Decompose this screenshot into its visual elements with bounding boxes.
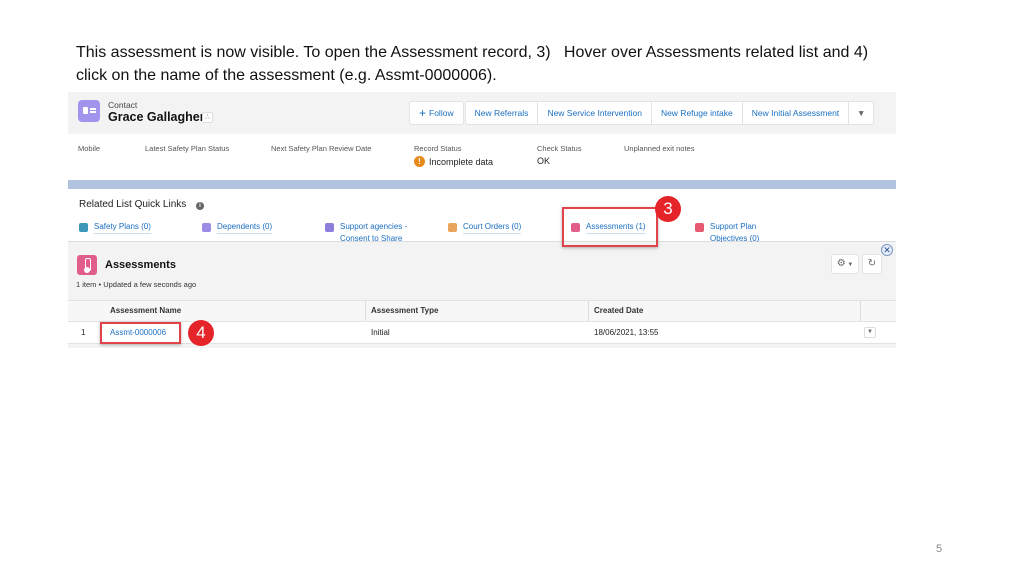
section-divider — [68, 180, 896, 189]
refresh-button[interactable]: ↻ — [862, 254, 882, 274]
chevron-down-icon: ▼ — [867, 329, 873, 335]
instruction-line-2: click on the name of the assessment (e.g… — [76, 67, 497, 84]
new-refuge-intake-button[interactable]: New Refuge intake — [650, 101, 743, 125]
column-header-created-date[interactable]: Created Date — [588, 301, 860, 321]
callout-box-step-4 — [100, 322, 181, 344]
callout-box-step-3 — [562, 207, 658, 247]
row-index: 1 — [81, 328, 86, 337]
new-referrals-button[interactable]: New Referrals — [464, 101, 539, 125]
quick-links-title: Related List Quick Links — [79, 199, 187, 210]
refresh-icon: ↻ — [867, 258, 877, 269]
instruction-line-1: This assessment is now visible. To open … — [76, 44, 869, 61]
list-settings-button[interactable]: ⚙ ▼ — [831, 254, 859, 274]
check-status-value: OK — [537, 156, 551, 166]
table-header: Assessment Name Assessment Type Created … — [68, 300, 896, 322]
record-header: Contact Grace Gallagher ∴ + Follow New Re… — [68, 92, 896, 134]
safety-plan-icon — [79, 223, 88, 232]
chevron-down-icon: ▼ — [845, 262, 854, 268]
callout-badge-step-3: 3 — [655, 196, 681, 222]
column-header-actions — [860, 301, 896, 321]
field-check-status: Check Status OK — [537, 144, 582, 166]
callout-badge-step-4: 4 — [188, 320, 214, 346]
action-bar: + Follow New Referrals New Service Interv… — [409, 101, 875, 125]
gear-icon: ⚙ — [836, 258, 846, 269]
column-header-assessment-name[interactable]: Assessment Name — [105, 301, 365, 321]
column-header-assessment-type[interactable]: Assessment Type — [365, 301, 588, 321]
related-list-meta: 1 item • Updated a few seconds ago — [76, 280, 197, 289]
new-service-intervention-button[interactable]: New Service Intervention — [537, 101, 652, 125]
highlights-panel: Mobile Latest Safety Plan Status Next Sa… — [68, 134, 896, 180]
created-date-cell: 18/06/2021, 13:55 — [594, 328, 659, 337]
support-plan-icon — [695, 223, 704, 232]
record-name: Grace Gallagher — [108, 110, 205, 124]
warning-icon: ! — [414, 156, 425, 167]
record-status-value: Incomplete data — [429, 156, 494, 167]
more-actions-button[interactable]: ▼ — [848, 101, 875, 125]
related-list-title: Assessments — [105, 259, 176, 271]
object-type-label: Contact — [108, 100, 138, 110]
field-record-status: Record Status ! Incomplete data — [414, 144, 494, 167]
assessment-type-cell: Initial — [371, 328, 390, 337]
row-actions-button[interactable]: ▼ — [864, 327, 876, 338]
new-initial-assessment-button[interactable]: New Initial Assessment — [741, 101, 850, 125]
field-mobile: Mobile — [78, 144, 101, 153]
slide-number: 5 — [936, 543, 943, 555]
court-orders-icon — [448, 223, 457, 232]
thermometer-icon — [77, 255, 97, 275]
support-agencies-icon — [325, 223, 334, 232]
field-unplanned-exit-notes: Unplanned exit notes — [624, 144, 695, 153]
field-latest-safety-plan-status: Latest Safety Plan Status — [145, 144, 230, 153]
quick-link-dependents[interactable]: Dependents (0) — [202, 221, 273, 234]
info-icon[interactable]: i — [196, 202, 204, 210]
plus-icon: + — [419, 106, 427, 120]
close-icon[interactable]: ✕ — [881, 244, 893, 256]
dependents-icon — [202, 223, 211, 232]
salesforce-screenshot: Contact Grace Gallagher ∴ + Follow New Re… — [68, 92, 896, 348]
quick-link-safety-plans[interactable]: Safety Plans (0) — [79, 221, 151, 234]
quick-link-court-orders[interactable]: Court Orders (0) — [448, 221, 522, 234]
related-list-quick-links: Related List Quick Links i Safety Plans … — [68, 189, 896, 243]
instruction-text: This assessment is now visible. To open … — [76, 41, 956, 87]
contact-card-icon — [78, 100, 100, 122]
follow-button[interactable]: + Follow — [409, 101, 464, 125]
field-next-safety-plan-review-date: Next Safety Plan Review Date — [271, 144, 372, 153]
chevron-down-icon: ▼ — [856, 108, 866, 118]
hierarchy-icon[interactable]: ∴ — [202, 112, 213, 123]
